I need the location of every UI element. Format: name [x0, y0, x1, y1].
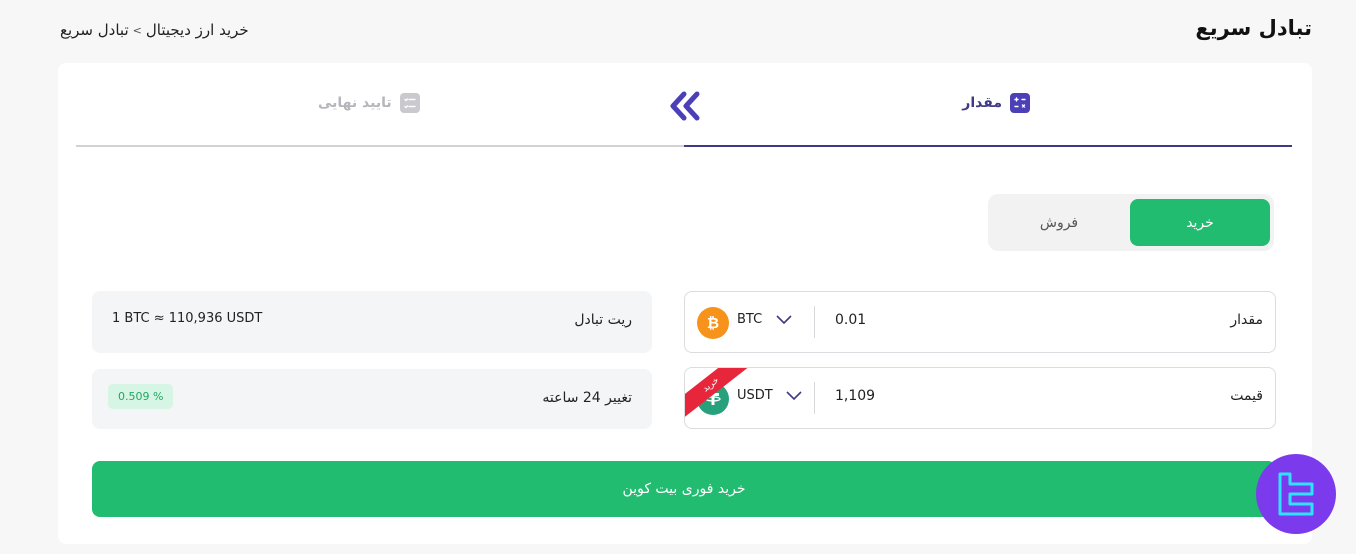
- checklist-icon: [399, 93, 420, 113]
- step-progress-active: [684, 145, 1292, 147]
- step-amount[interactable]: مقدار: [962, 93, 1030, 113]
- exchange-rate-value: 1 BTC ≈ 110,936 USDT: [112, 311, 263, 326]
- breadcrumb-parent[interactable]: خرید ارز دیجیتال: [146, 21, 249, 39]
- step-confirm-label: تایید نهایی: [318, 95, 392, 111]
- brand-logo-icon: [1278, 472, 1314, 516]
- tab-sell[interactable]: فروش: [988, 194, 1130, 251]
- brand-logo[interactable]: [1256, 454, 1336, 534]
- tab-buy[interactable]: خرید: [1130, 199, 1270, 246]
- breadcrumb: خرید ارز دیجیتال > تبادل سریع: [60, 21, 249, 39]
- step-indicator: مقدار تایید نهایی: [76, 63, 1292, 147]
- exchange-rate-label: ریت تبادل: [574, 312, 632, 328]
- change-24h-label: تغییر 24 ساعته: [542, 390, 632, 406]
- step-amount-label: مقدار: [962, 95, 1002, 111]
- exchange-rate-box: ریت تبادل 1 BTC ≈ 110,936 USDT: [92, 291, 652, 353]
- exchange-card: مقدار تایید نهایی فروش خرید مقدار 0.01 ₿…: [58, 63, 1312, 544]
- amount-input[interactable]: 0.01: [835, 312, 866, 328]
- double-chevron-left-icon: [670, 91, 700, 121]
- instant-buy-button[interactable]: خرید فوری بیت کوین: [92, 461, 1276, 517]
- field-divider: [814, 382, 815, 414]
- field-divider: [814, 306, 815, 338]
- amount-coin-name[interactable]: BTC: [737, 312, 762, 327]
- step-confirm[interactable]: تایید نهایی: [318, 93, 420, 113]
- page-title: تبادل سریع: [1195, 16, 1312, 40]
- chevron-down-icon[interactable]: [785, 388, 803, 402]
- price-label: قیمت: [1230, 388, 1263, 404]
- amount-field[interactable]: مقدار 0.01 ₿ BTC: [684, 291, 1276, 353]
- breadcrumb-separator: >: [132, 23, 142, 37]
- price-coin-name[interactable]: USDT: [737, 388, 773, 403]
- amount-label: مقدار: [1230, 312, 1263, 328]
- price-input[interactable]: 1,109: [835, 388, 875, 404]
- svg-text:₿: ₿: [707, 314, 719, 332]
- chevron-down-icon[interactable]: [775, 312, 793, 326]
- change-24h-badge: 0.509 %: [108, 384, 174, 409]
- bitcoin-icon: ₿: [697, 307, 729, 339]
- breadcrumb-current: تبادل سریع: [60, 21, 129, 39]
- buy-sell-toggle: فروش خرید: [988, 194, 1274, 251]
- price-field[interactable]: قیمت 1,109 USDT خرید: [684, 367, 1276, 429]
- step-progress-inactive: [76, 145, 684, 147]
- change-24h-box: تغییر 24 ساعته 0.509 %: [92, 369, 652, 429]
- calculator-icon: [1010, 93, 1030, 113]
